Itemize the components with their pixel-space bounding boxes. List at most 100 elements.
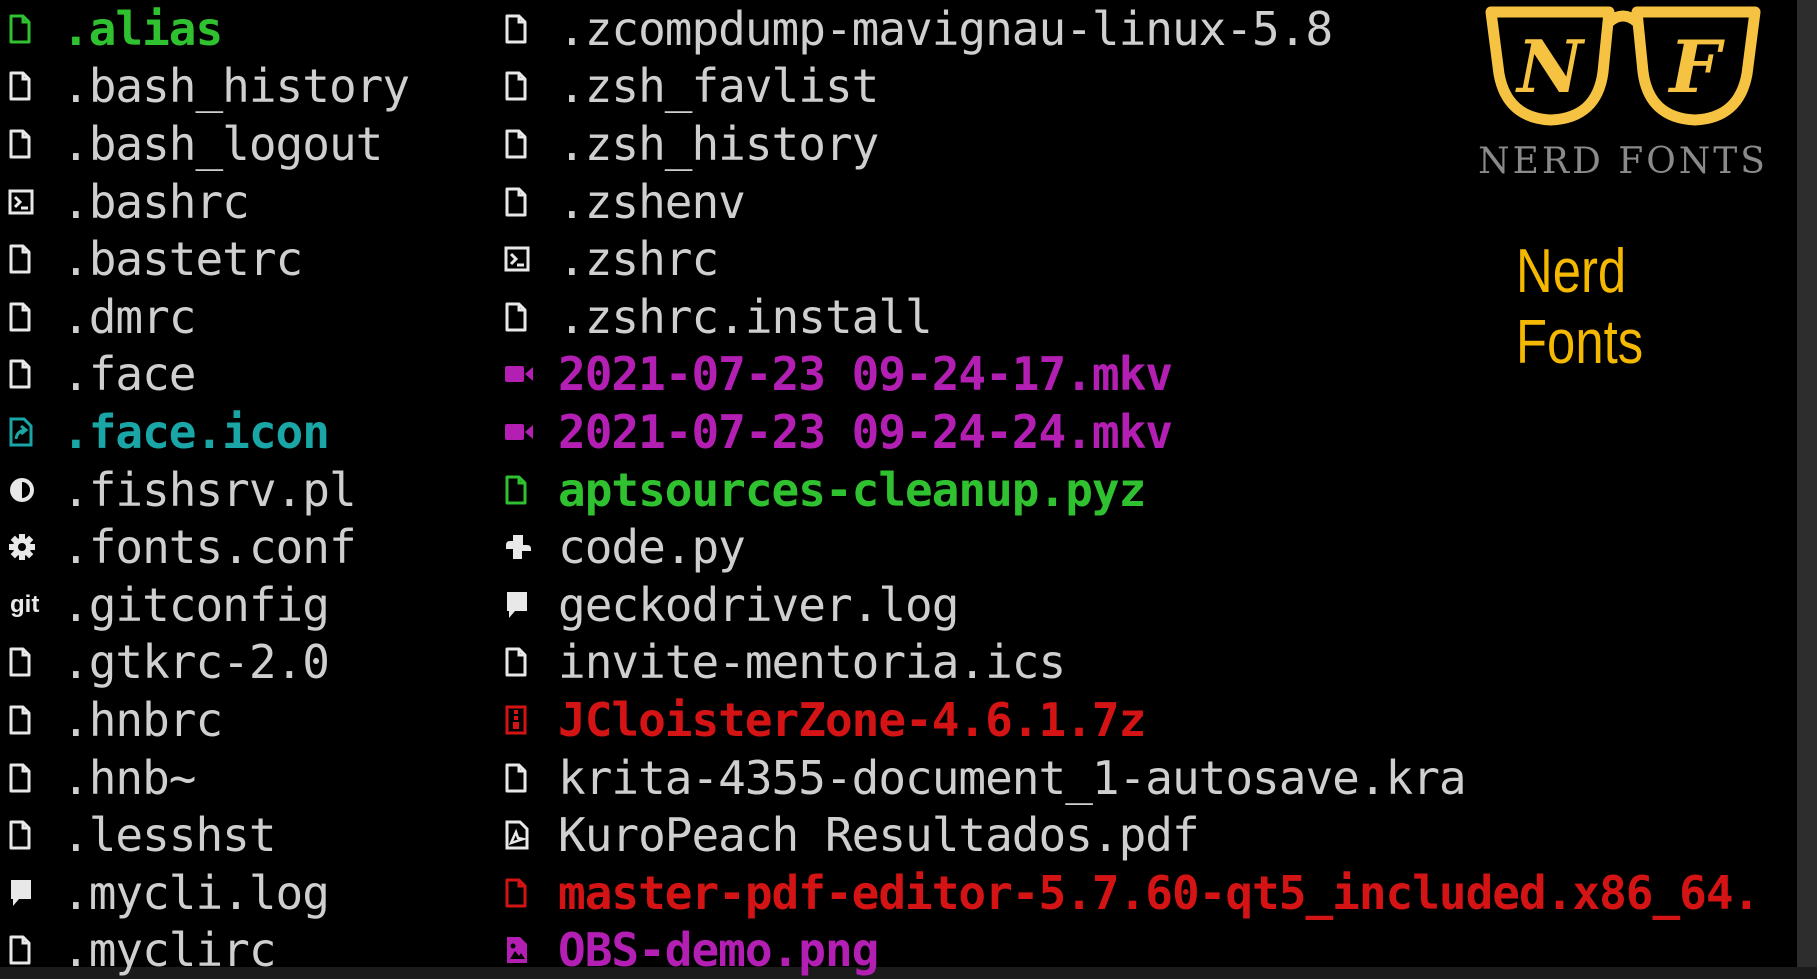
file-entry: .face.icon <box>0 403 409 461</box>
file-icon <box>8 930 62 970</box>
file-name: .bash_logout <box>62 117 382 171</box>
log-icon <box>8 873 62 913</box>
logo-caption: NERD FONTS <box>1473 141 1773 182</box>
file-name: .dmrc <box>62 290 195 344</box>
perl-icon <box>8 470 62 510</box>
file-icon <box>504 297 558 337</box>
terminal-icon <box>8 182 62 222</box>
file-name: .fonts.conf <box>62 520 356 574</box>
video-icon <box>504 412 558 452</box>
file-icon <box>8 66 62 106</box>
svg-text:F: F <box>1667 24 1725 109</box>
file-icon <box>504 873 558 913</box>
file-name: .zshenv <box>558 175 745 229</box>
file-entry: .fishsrv.pl <box>0 461 409 519</box>
file-list-column-1: .alias.bash_history.bash_logout.bashrc.b… <box>0 0 409 979</box>
file-name: .hnb~ <box>62 751 195 805</box>
file-name: invite-mentoria.ics <box>558 635 1065 689</box>
file-entry: krita-4355-document_1-autosave.kra <box>496 749 1759 807</box>
file-name: .fishsrv.pl <box>62 463 356 517</box>
file-name: .hnbrc <box>62 693 222 747</box>
file-name: .bashrc <box>62 175 249 229</box>
file-name: .mycli.log <box>62 866 329 920</box>
file-icon <box>8 642 62 682</box>
file-name: .face <box>62 347 195 401</box>
file-entry: .fonts.conf <box>0 518 409 576</box>
file-name: JCloisterZone-4.6.1.7z <box>558 693 1145 747</box>
file-entry: .face <box>0 346 409 404</box>
file-entry: KuroPeach Resultados.pdf <box>496 806 1759 864</box>
file-entry: .bastetrc <box>0 230 409 288</box>
file-icon <box>8 9 62 49</box>
glasses-logo-icon: N F <box>1483 0 1763 130</box>
file-icon <box>8 239 62 279</box>
nerd-fonts-logo: N F NERD FONTS <box>1473 0 1773 182</box>
file-entry: .bashrc <box>0 173 409 231</box>
file-icon <box>504 66 558 106</box>
file-name: aptsources-cleanup.pyz <box>558 463 1145 517</box>
file-entry: .myclirc <box>0 922 409 979</box>
file-icon <box>504 124 558 164</box>
file-name: .bastetrc <box>62 232 302 286</box>
file-icon <box>504 758 558 798</box>
file-entry: .lesshst <box>0 806 409 864</box>
file-icon <box>8 297 62 337</box>
file-icon <box>8 124 62 164</box>
log-icon <box>504 585 558 625</box>
file-name: 2021-07-23 09-24-17.mkv <box>558 347 1172 401</box>
file-entry: JCloisterZone-4.6.1.7z <box>496 691 1759 749</box>
terminal-icon <box>504 239 558 279</box>
file-entry: .gtkrc-2.0 <box>0 634 409 692</box>
file-name: .gtkrc-2.0 <box>62 635 329 689</box>
file-name: OBS-demo.png <box>558 923 878 977</box>
file-name: .zshrc.install <box>558 290 932 344</box>
file-icon <box>504 470 558 510</box>
file-entry: .hnbrc <box>0 691 409 749</box>
video-icon <box>504 354 558 394</box>
file-entry: .mycli.log <box>0 864 409 922</box>
file-name: geckodriver.log <box>558 578 958 632</box>
file-entry: .dmrc <box>0 288 409 346</box>
git-icon: git <box>8 585 62 625</box>
file-name: code.py <box>558 520 745 574</box>
file-name: KuroPeach Resultados.pdf <box>558 808 1199 862</box>
archive-icon <box>504 700 558 740</box>
file-name: .zcompdump-mavignau-linux-5.8 <box>558 2 1332 56</box>
file-name: krita-4355-document_1-autosave.kra <box>558 751 1466 805</box>
git-icon-label: git <box>10 591 39 619</box>
file-entry: .bash_logout <box>0 115 409 173</box>
file-icon <box>8 815 62 855</box>
file-name: .zshrc <box>558 232 718 286</box>
file-name: .alias <box>62 2 222 56</box>
symlink-icon <box>8 412 62 452</box>
file-entry: .bash_history <box>0 58 409 116</box>
svg-text:N: N <box>1515 24 1586 109</box>
gear-icon <box>8 527 62 567</box>
pdf-icon <box>504 815 558 855</box>
terminal-window: .alias.bash_history.bash_logout.bashrc.b… <box>0 0 1797 967</box>
file-name: .bash_history <box>62 59 409 113</box>
file-icon <box>8 758 62 798</box>
file-name: master-pdf-editor-5.7.60-qt5_included.x8… <box>558 866 1759 920</box>
file-name: .zsh_history <box>558 117 878 171</box>
file-entry: .alias <box>0 0 409 58</box>
window-edge <box>1797 0 1817 967</box>
file-icon <box>8 354 62 394</box>
file-entry: git .gitconfig <box>0 576 409 634</box>
file-name: .myclirc <box>62 923 276 977</box>
file-name: .face.icon <box>62 405 329 459</box>
brand-title: Nerd Fonts <box>1516 236 1746 378</box>
file-name: 2021-07-23 09-24-24.mkv <box>558 405 1172 459</box>
file-name: .gitconfig <box>62 578 329 632</box>
file-entry: 2021-07-23 09-24-24.mkv <box>496 403 1759 461</box>
file-entry: code.py <box>496 518 1759 576</box>
file-entry: aptsources-cleanup.pyz <box>496 461 1759 519</box>
file-entry: OBS-demo.png <box>496 922 1759 979</box>
file-entry: invite-mentoria.ics <box>496 634 1759 692</box>
file-name: .lesshst <box>62 808 276 862</box>
file-icon <box>504 9 558 49</box>
file-name: .zsh_favlist <box>558 59 878 113</box>
python-icon <box>504 527 558 567</box>
file-icon <box>8 700 62 740</box>
image-icon <box>504 930 558 970</box>
